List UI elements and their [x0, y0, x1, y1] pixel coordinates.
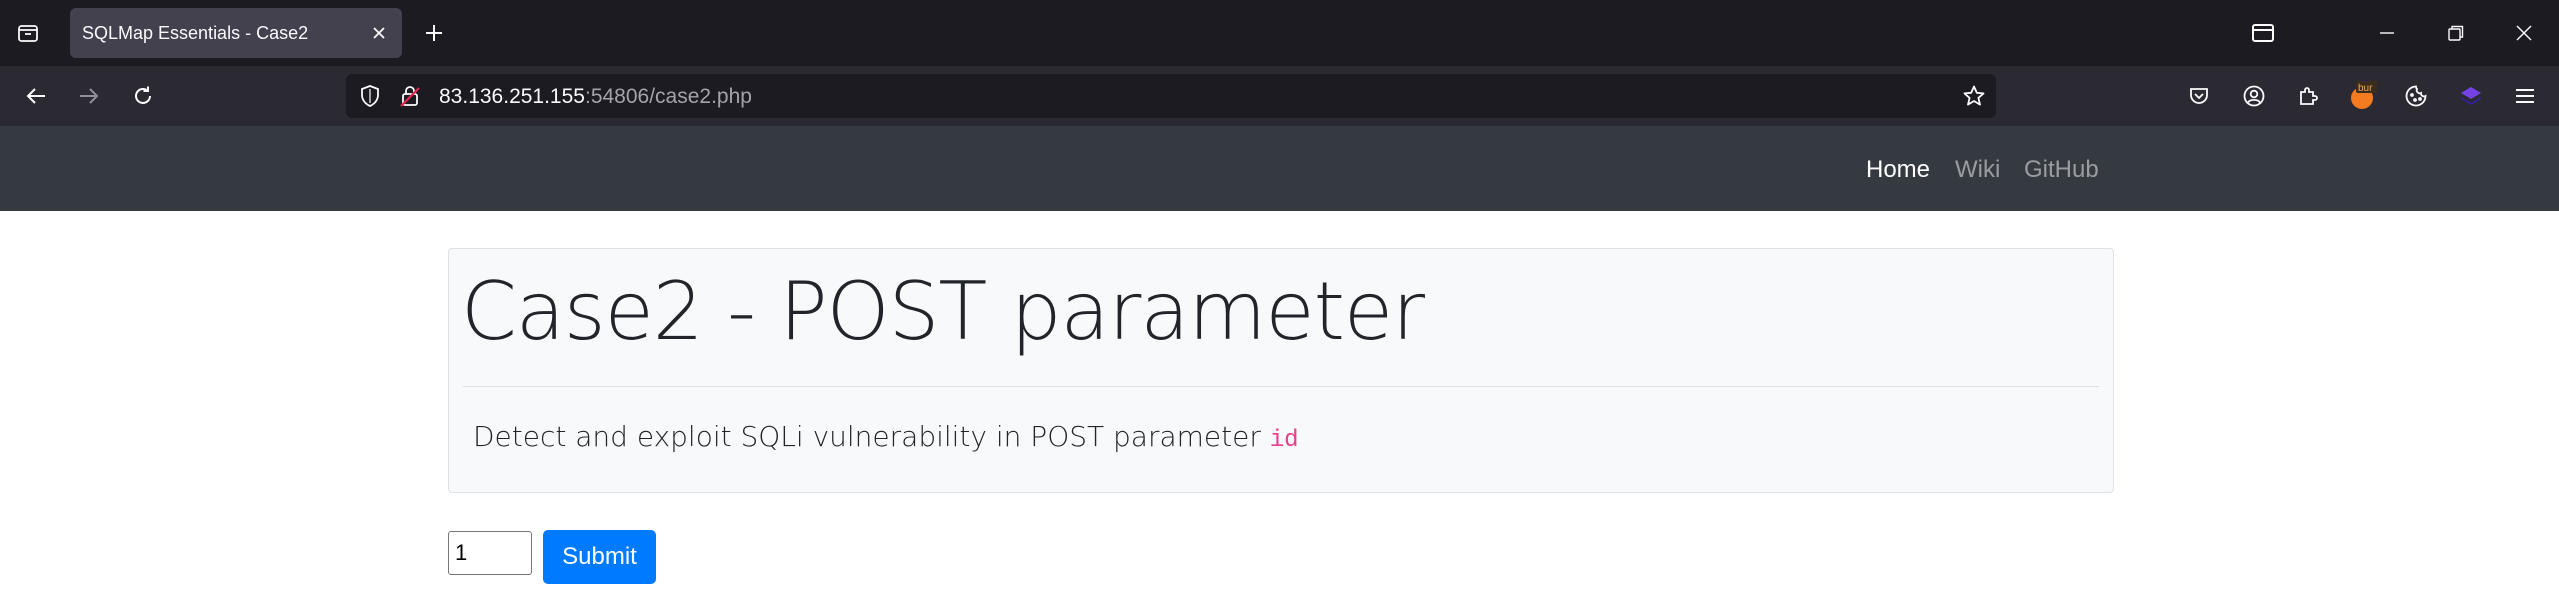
- tab-strip: SQLMap Essentials - Case2: [0, 0, 2559, 66]
- reload-icon[interactable]: [127, 80, 159, 112]
- url-host: 83.136.251.155: [439, 85, 585, 108]
- restore-icon[interactable]: [2440, 17, 2472, 49]
- divider: [463, 386, 2099, 387]
- layers-extension-icon[interactable]: [2455, 80, 2487, 112]
- pocket-icon[interactable]: [2183, 80, 2215, 112]
- plus-icon[interactable]: [418, 17, 450, 49]
- tab-list-icon[interactable]: [12, 17, 44, 49]
- window-close-icon[interactable]: [2508, 17, 2540, 49]
- tab-title: SQLMap Essentials - Case2: [82, 23, 309, 43]
- page-title: Case2 - POST parameter: [461, 265, 1425, 358]
- cookie-icon[interactable]: [2400, 80, 2432, 112]
- nav-link-github[interactable]: GitHub: [2024, 156, 2099, 184]
- menu-icon[interactable]: [2509, 80, 2541, 112]
- lead-description: Detect and exploit SQLi vulnerability in…: [473, 420, 1270, 453]
- url-path: :54806/case2.php: [584, 85, 752, 108]
- site-navbar: Home Wiki GitHub: [0, 126, 2559, 211]
- lead-text: Detect and exploit SQLi vulnerability in…: [473, 420, 1299, 454]
- url-text[interactable]: 83.136.251.155:54806/case2.php: [439, 85, 752, 109]
- burp-badge: bur: [2358, 83, 2373, 94]
- id-input[interactable]: [448, 531, 532, 575]
- navigation-toolbar: 83.136.251.155:54806/case2.php bur: [0, 66, 2559, 126]
- back-icon[interactable]: [20, 80, 52, 112]
- account-icon[interactable]: [2238, 80, 2270, 112]
- star-icon[interactable]: [1958, 80, 1990, 112]
- burp-extension-icon[interactable]: bur: [2346, 80, 2378, 112]
- extensions-icon[interactable]: [2292, 80, 2324, 112]
- close-icon[interactable]: [366, 20, 392, 46]
- nav-link-home[interactable]: Home: [1866, 156, 1930, 184]
- insecure-lock-icon[interactable]: [394, 80, 426, 112]
- parameter-code: id: [1269, 427, 1299, 454]
- active-tab[interactable]: SQLMap Essentials - Case2: [70, 8, 402, 58]
- tab-overview-icon[interactable]: [2247, 17, 2279, 49]
- minimize-icon[interactable]: [2371, 17, 2403, 49]
- forward-icon[interactable]: [73, 80, 105, 112]
- url-bar[interactable]: 83.136.251.155:54806/case2.php: [346, 74, 1996, 118]
- submit-button[interactable]: Submit: [543, 530, 656, 584]
- jumbotron: Case2 - POST parameter Detect and exploi…: [448, 248, 2114, 493]
- nav-link-wiki[interactable]: Wiki: [1955, 156, 2000, 184]
- shield-icon[interactable]: [354, 80, 386, 112]
